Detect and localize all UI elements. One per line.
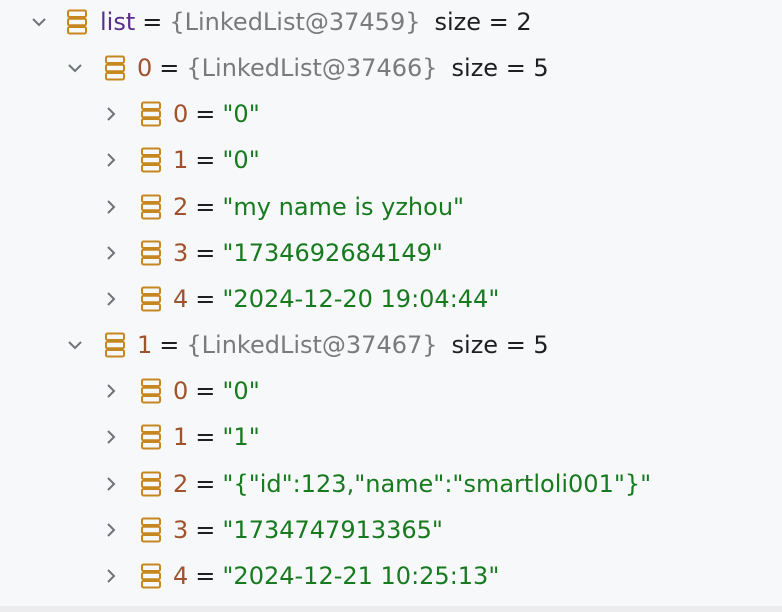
variable-name: 1 (173, 146, 189, 174)
equals-sign: = (195, 516, 216, 544)
variable-name: 1 (173, 423, 189, 451)
variable-name: 4 (173, 562, 189, 590)
collection-size: size = 2 (434, 8, 532, 36)
chevron-down-icon[interactable] (28, 11, 50, 33)
tree-row-item[interactable]: 2 = "my name is yzhou" (0, 185, 782, 229)
equals-sign: = (159, 331, 180, 359)
tree-row-item[interactable]: 3 = "1734747913365" (0, 508, 782, 552)
field-stack-icon (140, 101, 162, 127)
collection-size: size = 5 (451, 54, 549, 82)
variable-name: 2 (173, 470, 189, 498)
chevron-right-icon[interactable] (100, 196, 122, 218)
string-value: "0" (222, 146, 260, 174)
equals-sign: = (195, 146, 216, 174)
field-stack-icon (104, 332, 126, 358)
field-stack-icon (140, 563, 162, 589)
string-value: "2024-12-21 10:25:13" (222, 562, 500, 590)
variable-name: 0 (173, 100, 189, 128)
equals-sign: = (195, 285, 216, 313)
field-stack-icon (140, 286, 162, 312)
variable-name: 2 (173, 193, 189, 221)
tree-row-item[interactable]: 0 = "0" (0, 92, 782, 136)
chevron-right-icon[interactable] (100, 242, 122, 264)
equals-sign: = (195, 239, 216, 267)
equals-sign: = (142, 8, 163, 36)
variable-name: 3 (173, 516, 189, 544)
equals-sign: = (159, 54, 180, 82)
string-value: "1" (222, 423, 260, 451)
debugger-variables-tree: list = {LinkedList@37459} size = 2 0 = {… (0, 0, 782, 606)
variable-name: 1 (137, 331, 153, 359)
string-value: "0" (222, 377, 260, 405)
panel-divider (0, 606, 782, 612)
variable-name: 0 (173, 377, 189, 405)
equals-sign: = (195, 470, 216, 498)
field-stack-icon (140, 517, 162, 543)
variable-name: 3 (173, 239, 189, 267)
string-value: "1734692684149" (222, 239, 443, 267)
tree-row-item[interactable]: 4 = "2024-12-21 10:25:13" (0, 554, 782, 598)
object-reference: {LinkedList@37459} (169, 8, 421, 36)
string-value: "2024-12-20 19:04:44" (222, 285, 500, 313)
field-stack-icon (140, 194, 162, 220)
tree-row-root[interactable]: list = {LinkedList@37459} size = 2 (0, 0, 782, 44)
variable-name: 0 (137, 54, 153, 82)
object-reference: {LinkedList@37467} (186, 331, 438, 359)
chevron-down-icon[interactable] (64, 57, 86, 79)
equals-sign: = (195, 377, 216, 405)
chevron-right-icon[interactable] (100, 288, 122, 310)
field-stack-icon (140, 378, 162, 404)
tree-row-item[interactable]: 4 = "2024-12-20 19:04:44" (0, 277, 782, 321)
chevron-right-icon[interactable] (100, 149, 122, 171)
tree-row-item[interactable]: 1 = "1" (0, 415, 782, 459)
string-value: "0" (222, 100, 260, 128)
field-stack-icon (66, 9, 88, 35)
tree-row-item[interactable]: 1 = "0" (0, 138, 782, 182)
tree-row-group[interactable]: 1 = {LinkedList@37467} size = 5 (0, 323, 782, 367)
equals-sign: = (195, 423, 216, 451)
variable-name: 4 (173, 285, 189, 313)
chevron-right-icon[interactable] (100, 473, 122, 495)
chevron-right-icon[interactable] (100, 380, 122, 402)
chevron-down-icon[interactable] (64, 334, 86, 356)
equals-sign: = (195, 193, 216, 221)
chevron-right-icon[interactable] (100, 519, 122, 541)
field-stack-icon (140, 471, 162, 497)
field-stack-icon (140, 147, 162, 173)
chevron-right-icon[interactable] (100, 426, 122, 448)
string-value: "my name is yzhou" (222, 193, 465, 221)
string-value: "{"id":123,"name":"smartloli001"}" (222, 470, 652, 498)
chevron-right-icon[interactable] (100, 565, 122, 587)
field-stack-icon (140, 424, 162, 450)
collection-size: size = 5 (451, 331, 549, 359)
tree-row-item[interactable]: 2 = "{"id":123,"name":"smartloli001"}" (0, 462, 782, 506)
field-stack-icon (140, 240, 162, 266)
equals-sign: = (195, 100, 216, 128)
variable-name: list (100, 8, 136, 36)
chevron-right-icon[interactable] (100, 103, 122, 125)
object-reference: {LinkedList@37466} (186, 54, 438, 82)
field-stack-icon (104, 55, 126, 81)
equals-sign: = (195, 562, 216, 590)
tree-row-item[interactable]: 3 = "1734692684149" (0, 231, 782, 275)
string-value: "1734747913365" (222, 516, 443, 544)
tree-row-item[interactable]: 0 = "0" (0, 369, 782, 413)
tree-row-group[interactable]: 0 = {LinkedList@37466} size = 5 (0, 46, 782, 90)
